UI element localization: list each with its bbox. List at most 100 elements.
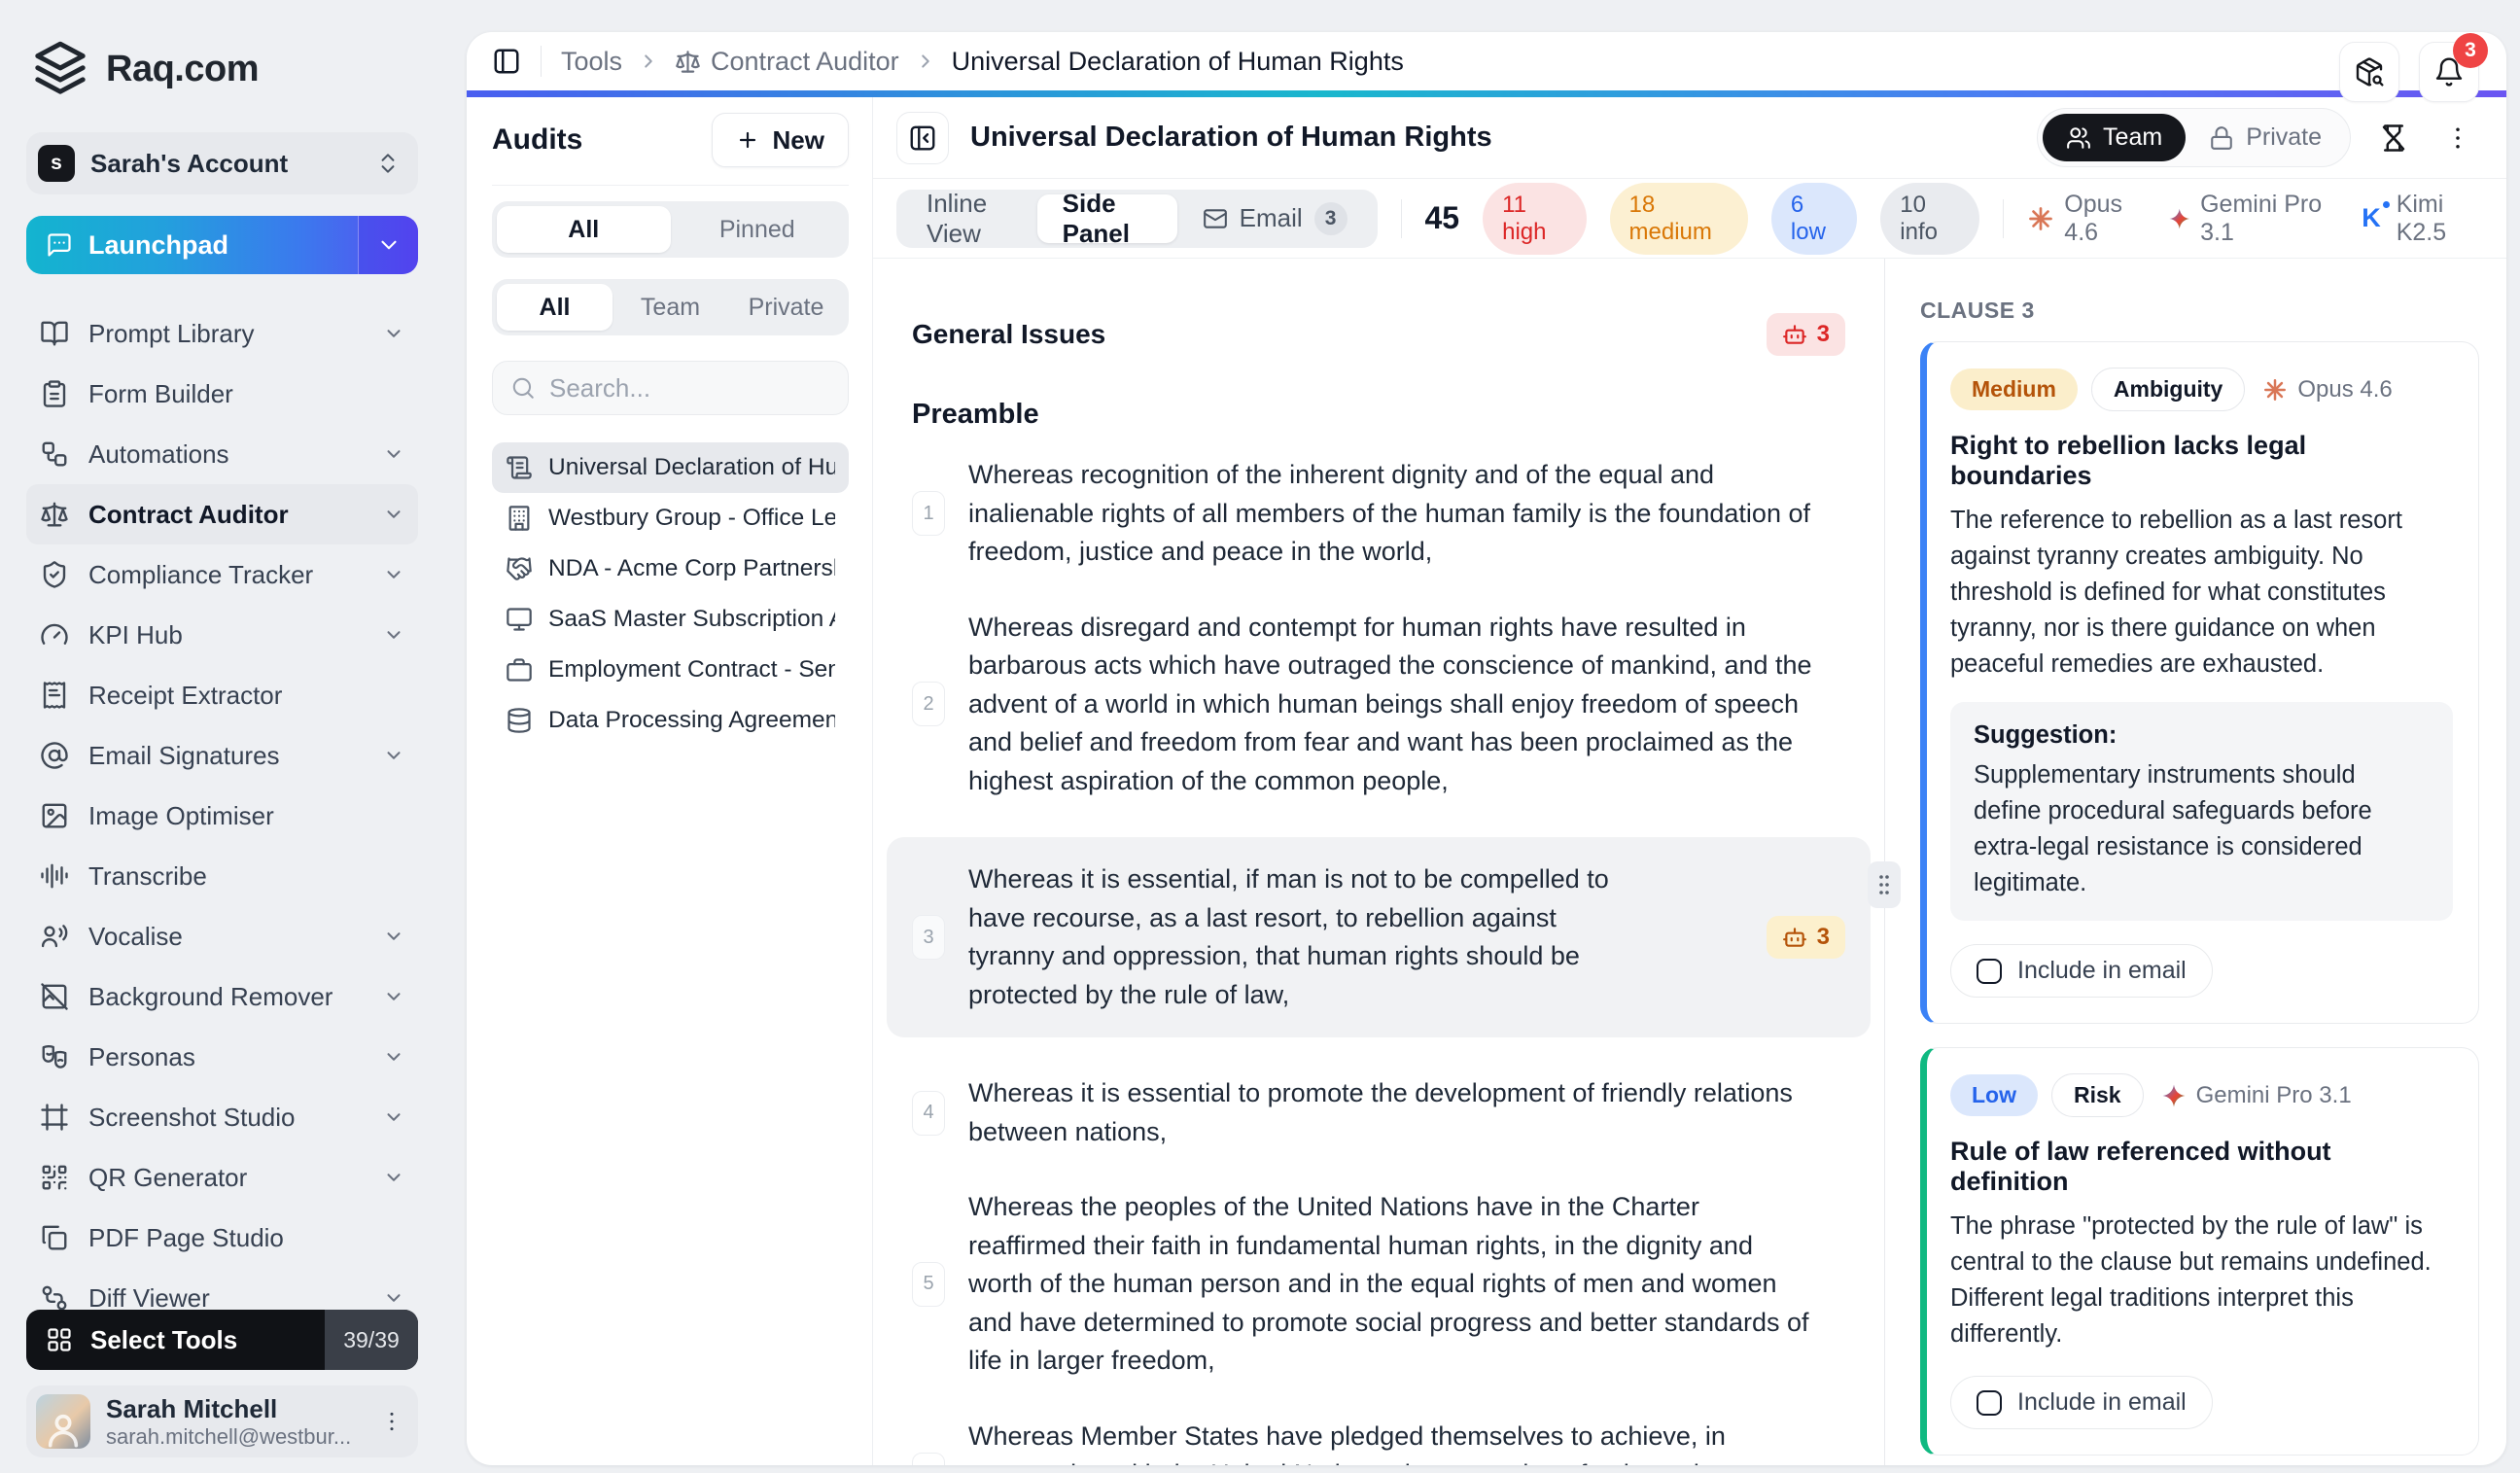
audit-item-employment-contract[interactable]: Employment Contract - Senior De... <box>492 645 849 695</box>
private-toggle[interactable]: Private <box>2186 114 2345 161</box>
more-vertical-icon <box>2443 123 2472 153</box>
clause-paragraph-5[interactable]: 5 Whereas the peoples of the United Nati… <box>912 1188 1845 1381</box>
search-input[interactable] <box>549 372 830 403</box>
clause-paragraph-2[interactable]: 2 Whereas disregard and contempt for hum… <box>912 609 1845 801</box>
sidebar-item-receipt-extractor[interactable]: Receipt Extractor <box>26 665 418 725</box>
launchpad-label: Launchpad <box>88 229 229 260</box>
more-vertical-icon[interactable] <box>379 1409 404 1434</box>
sidebar-item-image-optimiser[interactable]: Image Optimiser <box>26 786 418 846</box>
account-switcher[interactable]: s Sarah's Account <box>26 132 418 194</box>
model-kimi[interactable]: K Kimi K2.5 <box>2362 191 2479 247</box>
include-in-email-checkbox[interactable]: Include in email <box>1950 944 2213 998</box>
clause-paragraph-6[interactable]: 6 Whereas Member States have pledged the… <box>912 1418 1845 1465</box>
sidebar-item-email-signatures[interactable]: Email Signatures <box>26 725 418 786</box>
search-icon <box>510 375 536 401</box>
audits-search[interactable] <box>492 361 849 415</box>
finding-card-gemini[interactable]: Low Risk Gemini Pro 3.1 Rule of law refe… <box>1920 1047 2479 1455</box>
paragraph-number[interactable]: 1 <box>912 491 945 537</box>
brand-name: Raq.com <box>106 48 259 89</box>
sidebar-item-kpi-hub[interactable]: KPI Hub <box>26 605 418 665</box>
clause-paragraph-3-highlighted[interactable]: 3 Whereas it is essential, if man is not… <box>887 837 1871 1037</box>
new-audit-button[interactable]: New <box>711 113 849 167</box>
filter-private-tab[interactable]: Private <box>728 284 844 331</box>
sidebar-item-transcribe[interactable]: Transcribe <box>26 846 418 906</box>
gauge-icon <box>40 620 69 649</box>
model-gemini[interactable]: Gemini Pro 3.1 <box>2168 191 2337 247</box>
audit-item-nda-acme[interactable]: NDA - Acme Corp Partnership <box>492 544 849 594</box>
clause-paragraph-1[interactable]: 1 Whereas recognition of the inherent di… <box>912 456 1845 572</box>
sidebar-item-background-remover[interactable]: Background Remover <box>26 966 418 1027</box>
paragraph-number[interactable]: 4 <box>912 1090 945 1136</box>
checkbox[interactable] <box>1977 958 2002 984</box>
main-panel: Tools Contract Auditor Universal Declara… <box>467 32 2506 1465</box>
findings-toolbar: Inline View Side Panel Email 3 45 11 hig… <box>873 179 2506 259</box>
low-severity-filter[interactable]: 6 low <box>1770 182 1858 255</box>
shield-check-icon <box>40 560 69 589</box>
marketplace-button[interactable] <box>2339 42 2399 102</box>
sidebar-item-contract-auditor[interactable]: Contract Auditor <box>26 484 418 544</box>
medium-severity-filter[interactable]: 18 medium <box>1609 182 1748 255</box>
info-severity-filter[interactable]: 10 info <box>1880 182 1980 255</box>
tab-side-panel[interactable]: Side Panel <box>1036 189 1177 248</box>
sidebar-item-prompt-library[interactable]: Prompt Library <box>26 303 418 364</box>
sidebar-item-screenshot-studio[interactable]: Screenshot Studio <box>26 1087 418 1147</box>
model-opus[interactable]: Opus 4.6 <box>2027 191 2142 247</box>
audit-item-udhr[interactable]: Universal Declaration of Human R... <box>492 442 849 493</box>
launchpad-dropdown[interactable] <box>358 216 418 274</box>
audit-item-dpa-gdpr[interactable]: Data Processing Agreement - GD... <box>492 695 849 746</box>
high-severity-filter[interactable]: 11 high <box>1483 182 1587 255</box>
sidebar-item-diff-viewer[interactable]: Diff Viewer <box>26 1268 418 1310</box>
panel-left-icon[interactable] <box>492 47 521 76</box>
paragraph-number[interactable]: 6 <box>912 1452 945 1465</box>
collapse-sidebar-button[interactable] <box>896 111 949 164</box>
audits-filter-visibility: All Team Private <box>492 279 849 335</box>
filter-all-visibility-tab[interactable]: All <box>497 284 612 331</box>
panel-drag-handle[interactable] <box>1868 861 1901 908</box>
sidebar-item-compliance-tracker[interactable]: Compliance Tracker <box>26 544 418 605</box>
preamble-heading: Preamble <box>912 399 1039 430</box>
database-icon <box>506 707 533 734</box>
general-issues-ai-count[interactable]: 3 <box>1766 313 1845 356</box>
filter-all-tab[interactable]: All <box>497 206 671 253</box>
monitor-icon <box>506 606 533 633</box>
tab-email[interactable]: Email 3 <box>1177 194 1373 243</box>
clause-paragraph-4[interactable]: 4 Whereas it is essential to promote the… <box>912 1074 1845 1151</box>
sidebar-item-qr-generator[interactable]: QR Generator <box>26 1147 418 1208</box>
paragraph-number[interactable]: 3 <box>912 915 945 960</box>
clause-panel-title: CLAUSE 3 <box>1920 298 2035 323</box>
paragraph-number[interactable]: 2 <box>912 682 945 727</box>
audit-item-westbury-lease[interactable]: Westbury Group - Office Lease R... <box>492 493 849 544</box>
select-tools-button[interactable]: Select Tools 39/39 <box>26 1310 418 1370</box>
clause-3-ai-count[interactable]: 3 <box>1766 916 1845 959</box>
chevron-down-icon <box>383 926 404 947</box>
checkbox[interactable] <box>1977 1389 2002 1416</box>
panel-resize-divider <box>1868 259 1901 1465</box>
tab-inline-view[interactable]: Inline View <box>901 189 1037 248</box>
filter-pinned-tab[interactable]: Pinned <box>671 206 845 253</box>
robot-icon <box>1782 322 1807 347</box>
notifications-button[interactable]: 3 <box>2419 33 2488 102</box>
sidebar-item-vocalise[interactable]: Vocalise <box>26 906 418 966</box>
sidebar-item-personas[interactable]: Personas <box>26 1027 418 1087</box>
breadcrumb-tools[interactable]: Tools <box>561 47 622 77</box>
launchpad-button[interactable]: Launchpad <box>26 216 418 274</box>
model-tag-gemini: Gemini Pro 3.1 <box>2161 1082 2352 1109</box>
finding-card-opus[interactable]: Medium Ambiguity Opus 4.6 Right to rebel… <box>1920 341 2479 1024</box>
sidebar-item-pdf-page-studio[interactable]: PDF Page Studio <box>26 1208 418 1268</box>
history-off-button[interactable] <box>2372 117 2415 159</box>
breadcrumb-contract-auditor[interactable]: Contract Auditor <box>675 47 899 77</box>
chevrons-up-down-icon <box>375 151 401 176</box>
sidebar-item-form-builder[interactable]: Form Builder <box>26 364 418 424</box>
launchpad-main[interactable]: Launchpad <box>26 216 358 274</box>
team-toggle[interactable]: Team <box>2043 114 2187 161</box>
image-icon <box>40 801 69 830</box>
include-in-email-checkbox[interactable]: Include in email <box>1950 1376 2213 1429</box>
filter-team-tab[interactable]: Team <box>612 284 728 331</box>
sidebar-item-automations[interactable]: Automations <box>26 424 418 484</box>
user-profile-card[interactable]: Sarah Mitchell sarah.mitchell@westbur... <box>26 1385 418 1457</box>
paragraph-number[interactable]: 5 <box>912 1261 945 1307</box>
audit-item-saas-agreement[interactable]: SaaS Master Subscription Agree... <box>492 594 849 645</box>
select-tools-main[interactable]: Select Tools <box>26 1310 325 1370</box>
suggestion-box: Suggestion: Supplementary instruments sh… <box>1950 702 2453 921</box>
document-menu-button[interactable] <box>2436 117 2479 159</box>
